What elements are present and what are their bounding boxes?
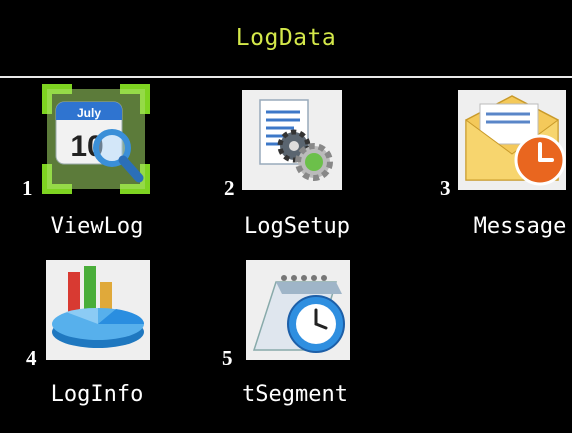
menu-item-label: ViewLog xyxy=(50,214,144,239)
menu-item-label: LogInfo xyxy=(50,382,144,407)
menu-item-label: Message xyxy=(473,214,567,239)
menu-item-viewlog[interactable]: July 10 1 ViewLog xyxy=(20,84,170,239)
menu-item-number: 4 xyxy=(26,346,37,370)
calendar-search-icon: July 10 xyxy=(42,84,150,194)
menu-item-message[interactable]: 3 Message xyxy=(422,84,572,239)
menu-item-logsetup[interactable]: 2 LogSetup xyxy=(222,84,372,239)
log-data-screen: LogData July 10 1 ViewLog 2 LogSetup 3 M… xyxy=(0,0,572,433)
header-divider xyxy=(0,76,572,78)
document-gear-icon xyxy=(242,90,342,190)
menu-item-loginfo[interactable]: 4 LogInfo xyxy=(20,254,170,407)
menu-item-tsegment[interactable]: 5 tSegment xyxy=(222,254,372,407)
envelope-clock-icon xyxy=(458,90,566,190)
calendar-clock-icon xyxy=(246,260,350,360)
menu-item-number: 3 xyxy=(440,176,451,200)
menu-item-number: 5 xyxy=(222,346,233,370)
page-title: LogData xyxy=(235,25,337,51)
menu-item-label: tSegment xyxy=(242,382,348,407)
calendar-month-text: July xyxy=(77,106,101,120)
pie-bar-chart-icon xyxy=(46,260,150,360)
menu-item-number: 1 xyxy=(22,176,33,200)
menu-item-number: 2 xyxy=(224,176,235,200)
menu-item-label: LogSetup xyxy=(244,214,350,239)
header: LogData xyxy=(0,0,572,76)
